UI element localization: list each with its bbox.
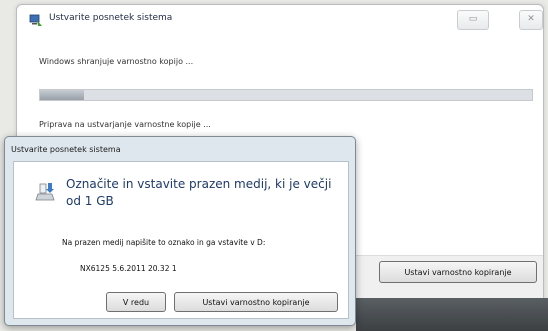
system-image-icon (29, 14, 42, 26)
dialog-heading: Označite in vstavite prazen medij, ki je… (66, 177, 332, 208)
minimize-button[interactable]: ▭ (457, 10, 489, 30)
preparation-text: Priprava na ustvarjanje varnostne kopije… (39, 120, 211, 129)
stop-backup-button[interactable]: Ustavi varnostno kopiranje (379, 261, 537, 283)
main-window-title: Ustvarite posnetek sistema (49, 13, 173, 23)
dialog-title: Ustvarite posnetek sistema (11, 145, 121, 154)
disc-media-icon (35, 183, 55, 201)
close-button[interactable]: ✕ (519, 10, 543, 30)
dialog-content: Označite in vstavite prazen medij, ki je… (13, 161, 349, 319)
dialog-stop-backup-button[interactable]: Ustavi varnostno kopiranje (174, 292, 338, 312)
ok-button[interactable]: V redu (106, 292, 166, 312)
insert-media-dialog: Ustvarite posnetek sistema Označite in v… (4, 136, 356, 326)
media-label-text: NX6125 5.6.2011 20.32 1 (80, 264, 177, 273)
backup-progress-bar (39, 89, 533, 101)
dialog-instruction: Na prazen medij napišite to oznako in ga… (62, 238, 266, 247)
background-strip (356, 298, 548, 331)
backup-progress-fill (40, 90, 85, 100)
main-window-titlebar[interactable]: Ustvarite posnetek sistema ▭ ✕ (17, 5, 543, 35)
backup-status-text: Windows shranjuje varnostno kopijo ... (39, 57, 194, 66)
